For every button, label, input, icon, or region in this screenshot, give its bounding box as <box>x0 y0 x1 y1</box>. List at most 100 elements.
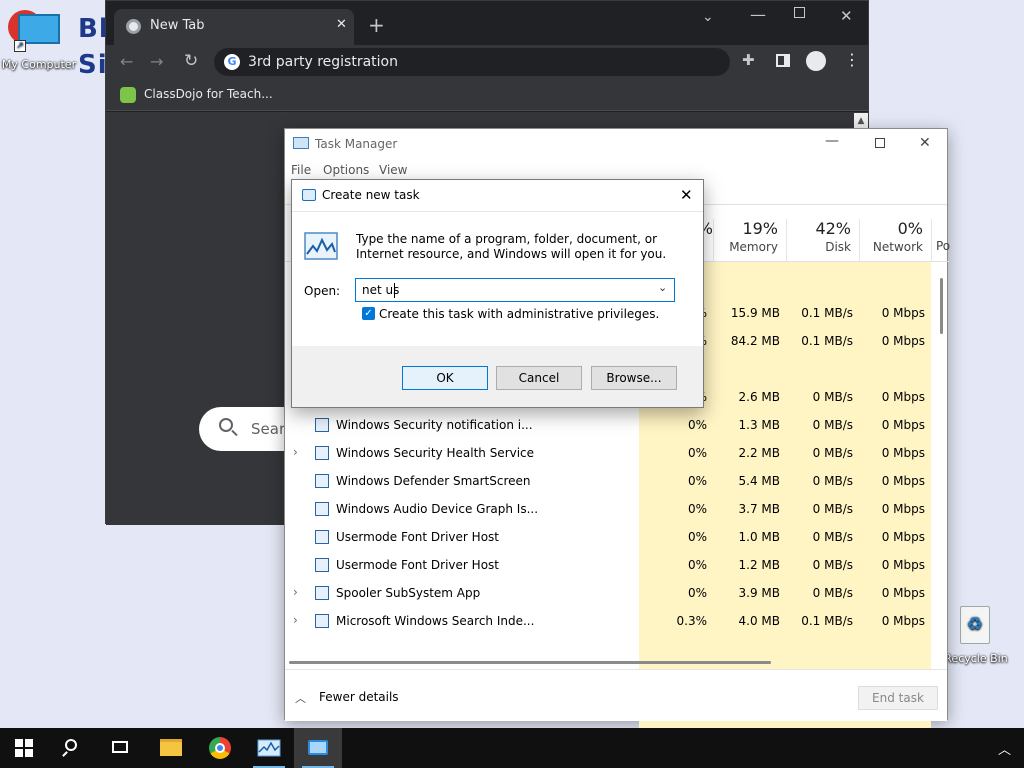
network-cell: 0 Mbps <box>881 502 925 516</box>
task-view-icon <box>112 741 128 753</box>
table-row[interactable]: Windows Audio Device Graph Is... 0% 3.7 MB… <box>285 496 930 524</box>
memory-column-header[interactable]: 19% Memory <box>713 219 786 261</box>
search-button[interactable] <box>48 728 96 768</box>
chrome-tab-new-tab[interactable]: New Tab ✕ <box>114 9 354 45</box>
dialog-titlebar: Create new task ✕ <box>292 180 703 212</box>
tray-chevron-up-icon[interactable]: ︿ <box>998 739 1011 758</box>
memory-cell: 1.0 MB <box>738 530 780 544</box>
close-icon[interactable]: ✕ <box>840 7 853 25</box>
disk-cell: 0 MB/s <box>812 474 853 488</box>
cpu-cell: 0% <box>687 586 707 600</box>
network-cell: 0 Mbps <box>881 614 925 628</box>
disk-column-header[interactable]: 42% Disk <box>786 219 859 261</box>
side-panel-icon[interactable] <box>776 54 790 67</box>
process-name: Windows Audio Device Graph Is... <box>336 502 539 516</box>
tm-maximize-icon[interactable] <box>875 138 885 148</box>
vertical-scroll-thumb[interactable] <box>940 278 943 334</box>
maximize-icon[interactable] <box>794 7 805 18</box>
power-column-header[interactable]: Po <box>931 219 950 261</box>
reload-icon[interactable]: ↻ <box>184 51 198 71</box>
expand-chevron-icon[interactable]: › <box>293 585 298 599</box>
taskbar: ︿ <box>0 728 1024 768</box>
network-cell: 0 Mbps <box>881 446 925 460</box>
forward-icon[interactable]: → <box>150 52 163 71</box>
horizontal-scrollbar[interactable] <box>285 657 935 667</box>
menu-file[interactable]: File <box>291 163 311 177</box>
memory-cell: 2.2 MB <box>738 446 780 460</box>
chevron-down-icon[interactable]: ⌄ <box>658 281 667 294</box>
open-label: Open: <box>304 284 341 298</box>
chrome-icon <box>126 19 141 34</box>
extensions-icon[interactable]: ✚ <box>742 51 755 69</box>
end-task-button[interactable]: End task <box>858 686 938 710</box>
table-row[interactable]: › Spooler SubSystem App 0% 3.9 MB 0 MB/s 0 Mb… <box>285 580 930 608</box>
start-button[interactable] <box>0 728 48 768</box>
shortcut-arrow-icon: ↗ <box>14 40 26 52</box>
taskbar-search-icon <box>65 739 77 751</box>
scroll-up-icon[interactable]: ▲ <box>854 113 868 129</box>
fewer-details-label: Fewer details <box>319 690 399 704</box>
omnibox[interactable]: G 3rd party registration <box>214 48 730 76</box>
expand-chevron-icon[interactable]: › <box>293 613 298 627</box>
process-icon <box>315 530 329 544</box>
run-icon <box>302 189 316 201</box>
cancel-button[interactable]: Cancel <box>496 366 582 390</box>
browse-button[interactable]: Browse... <box>591 366 677 390</box>
back-icon[interactable]: ← <box>120 52 133 71</box>
tm-title: Task Manager <box>315 137 398 151</box>
tab-search-icon[interactable]: ⌄ <box>702 9 714 25</box>
disk-cell: 0.1 MB/s <box>801 614 853 628</box>
run-taskbar-icon <box>308 740 328 755</box>
run-dialog-taskbar-button[interactable] <box>294 728 342 768</box>
tm-close-icon[interactable]: ✕ <box>919 135 931 151</box>
my-computer-shortcut[interactable]: ↗ My Computer <box>0 6 78 76</box>
table-row[interactable]: › Windows Security Health Service 0% 2.2 MB… <box>285 440 930 468</box>
task-view-button[interactable] <box>96 728 144 768</box>
recycle-bin-icon: ♻ <box>960 606 990 644</box>
admin-checkbox[interactable]: ✓ <box>362 307 375 320</box>
dialog-close-icon[interactable]: ✕ <box>680 186 693 204</box>
menu-view[interactable]: View <box>379 163 407 177</box>
disk-percent: 42% <box>815 219 851 238</box>
task-manager-taskbar-button[interactable] <box>245 728 293 768</box>
disk-cell: 0 MB/s <box>812 390 853 404</box>
network-cell: 0 Mbps <box>881 586 925 600</box>
recycle-bin-shortcut[interactable]: ♻ Recycle Bin <box>944 604 1008 668</box>
create-new-task-dialog: Create new task ✕ Type the name of a pro… <box>291 179 704 408</box>
memory-cell: 3.9 MB <box>738 586 780 600</box>
tm-footer: ︿ Fewer details End task <box>285 669 947 721</box>
chrome-taskbar-button[interactable] <box>196 728 244 768</box>
process-icon <box>315 586 329 600</box>
tm-minimize-icon[interactable]: — <box>825 133 839 149</box>
task-manager-icon <box>293 137 309 149</box>
network-cell: 0 Mbps <box>881 558 925 572</box>
disk-cell: 0 MB/s <box>812 502 853 516</box>
cpu-cell: 0.3% <box>676 614 708 628</box>
network-column-header[interactable]: 0% Network <box>859 219 931 261</box>
table-row[interactable]: Windows Defender SmartScreen 0% 5.4 MB 0 MB… <box>285 468 930 496</box>
memory-cell <box>713 362 786 378</box>
ok-button[interactable]: OK <box>402 366 488 390</box>
file-explorer-button[interactable] <box>146 728 194 768</box>
windows-logo-icon <box>15 739 33 757</box>
recycle-bin-label: Recycle Bin <box>944 652 1008 665</box>
table-row[interactable]: Usermode Font Driver Host 0% 1.0 MB 0 MB/s 0… <box>285 524 930 552</box>
cpu-cell: 0% <box>687 474 707 488</box>
menu-icon[interactable]: ⋮ <box>844 50 860 69</box>
cpu-cell: 0% <box>687 418 707 432</box>
table-row[interactable]: Windows Security notification i... 0% 1.3 … <box>285 412 930 440</box>
table-row[interactable]: › Microsoft Windows Search Inde... 0.3% 4.0… <box>285 608 930 636</box>
horizontal-scroll-thumb[interactable] <box>289 661 771 664</box>
minimize-icon[interactable]: — <box>750 5 766 24</box>
memory-cell: 3.7 MB <box>738 502 780 516</box>
menu-options[interactable]: Options <box>323 163 369 177</box>
expand-chevron-icon[interactable]: › <box>293 445 298 459</box>
omnibox-text: 3rd party registration <box>248 54 398 70</box>
cpu-cell: 0% <box>687 502 707 516</box>
open-combobox[interactable]: net us ⌄ <box>355 278 675 302</box>
tab-close-icon[interactable]: ✕ <box>336 17 347 32</box>
new-tab-icon[interactable]: + <box>368 15 385 35</box>
table-row[interactable]: Usermode Font Driver Host 0% 1.2 MB 0 MB/s 0… <box>285 552 930 580</box>
profile-icon[interactable] <box>806 51 826 71</box>
bookmark-label: ClassDojo for Teach... <box>144 87 273 101</box>
